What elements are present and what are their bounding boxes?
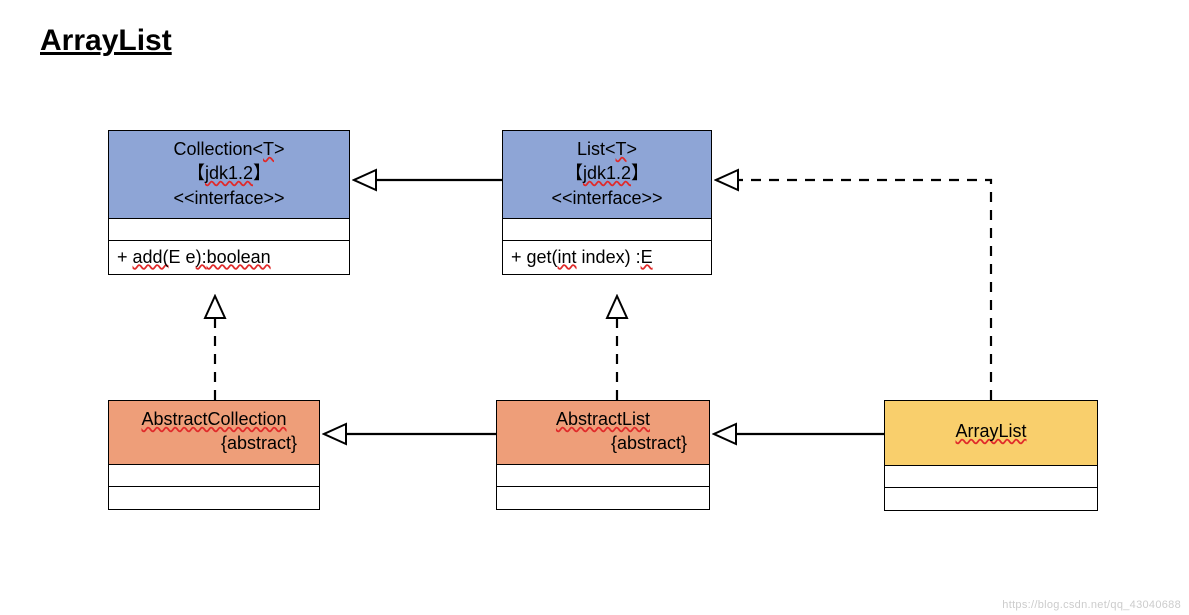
uml-attributes <box>885 466 1097 488</box>
uml-header-abstract-collection: AbstractCollection {abstract} <box>109 401 319 465</box>
uml-attributes <box>503 219 711 241</box>
uml-header-collection: Collection<T> 【jdk1.2】 <<interface>> <box>109 131 349 219</box>
stereotype: <<interface>> <box>113 186 345 210</box>
uml-box-arraylist: ArrayList <box>884 400 1098 511</box>
uml-header-abstract-list: AbstractList {abstract} <box>497 401 709 465</box>
watermark: https://blog.csdn.net/qq_43040688 <box>1002 599 1181 611</box>
uml-methods: + get(int index) :E <box>503 241 711 274</box>
uml-methods <box>109 487 319 509</box>
method-arg: int <box>558 247 577 267</box>
edge-arraylist-impl-list <box>716 180 991 400</box>
abstract-qualifier: {abstract} <box>501 431 705 455</box>
page-title: ArrayList <box>40 24 172 58</box>
class-name: List<T> <box>577 139 637 159</box>
uml-attributes <box>497 465 709 487</box>
uml-methods: + add(E e):boolean <box>109 241 349 274</box>
connectors-svg <box>0 0 1189 615</box>
class-name: Collection<T> <box>173 139 284 159</box>
uml-box-list: List<T> 【jdk1.2】 <<interface>> + get(int… <box>502 130 712 275</box>
uml-box-abstract-list: AbstractList {abstract} <box>496 400 710 510</box>
class-name: ArrayList <box>955 421 1026 441</box>
uml-methods <box>885 488 1097 510</box>
generic-param: T <box>263 139 274 159</box>
uml-header-arraylist: ArrayList <box>885 401 1097 466</box>
stereotype: <<interface>> <box>507 186 707 210</box>
jdk-version: 【jdk1.2】 <box>565 163 649 183</box>
uml-attributes <box>109 219 349 241</box>
uml-box-collection: Collection<T> 【jdk1.2】 <<interface>> + a… <box>108 130 350 275</box>
uml-header-list: List<T> 【jdk1.2】 <<interface>> <box>503 131 711 219</box>
class-name: AbstractList <box>556 409 650 429</box>
uml-attributes <box>109 465 319 487</box>
class-name: AbstractCollection <box>141 409 286 429</box>
method-name: add( <box>133 247 169 267</box>
jdk-version: 【jdk1.2】 <box>187 163 271 183</box>
uml-box-abstract-collection: AbstractCollection {abstract} <box>108 400 320 510</box>
generic-param: T <box>616 139 627 159</box>
abstract-qualifier: {abstract} <box>113 431 315 455</box>
uml-methods <box>497 487 709 509</box>
